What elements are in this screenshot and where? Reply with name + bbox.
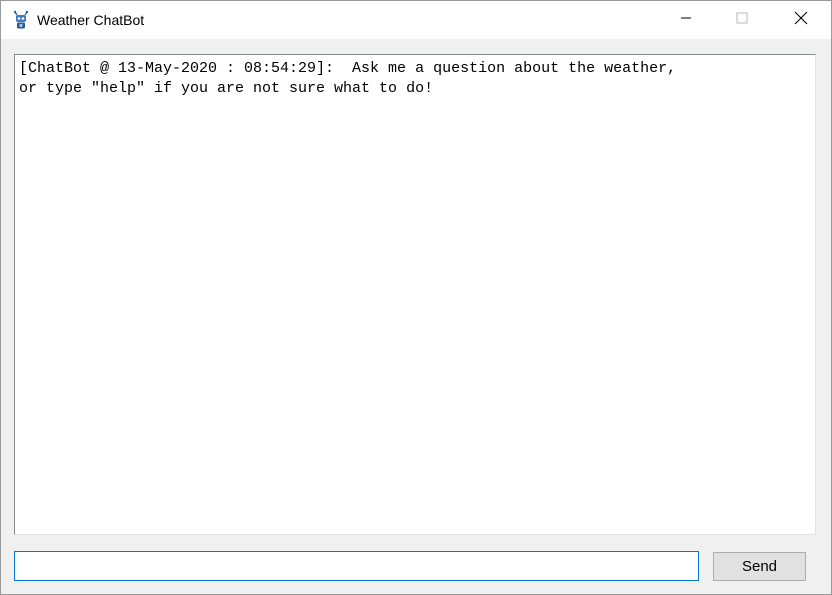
maximize-button[interactable] bbox=[719, 1, 765, 39]
chat-log[interactable]: [ChatBot @ 13-May-2020 : 08:54:29]: Ask … bbox=[14, 54, 816, 535]
send-button[interactable]: Send bbox=[713, 552, 806, 581]
close-button[interactable] bbox=[778, 1, 824, 39]
minimize-icon bbox=[680, 11, 692, 29]
maximize-icon bbox=[736, 11, 748, 29]
close-icon bbox=[794, 11, 808, 30]
robot-icon bbox=[11, 10, 31, 30]
message-input[interactable] bbox=[14, 551, 699, 581]
chatbot-window: Weather ChatBot [ChatBot @ 13-May-2020 :… bbox=[0, 0, 832, 595]
title-bar[interactable]: Weather ChatBot bbox=[1, 1, 831, 39]
minimize-button[interactable] bbox=[663, 1, 709, 39]
window-title: Weather ChatBot bbox=[37, 12, 145, 28]
chat-log-text: [ChatBot @ 13-May-2020 : 08:54:29]: Ask … bbox=[19, 60, 677, 97]
